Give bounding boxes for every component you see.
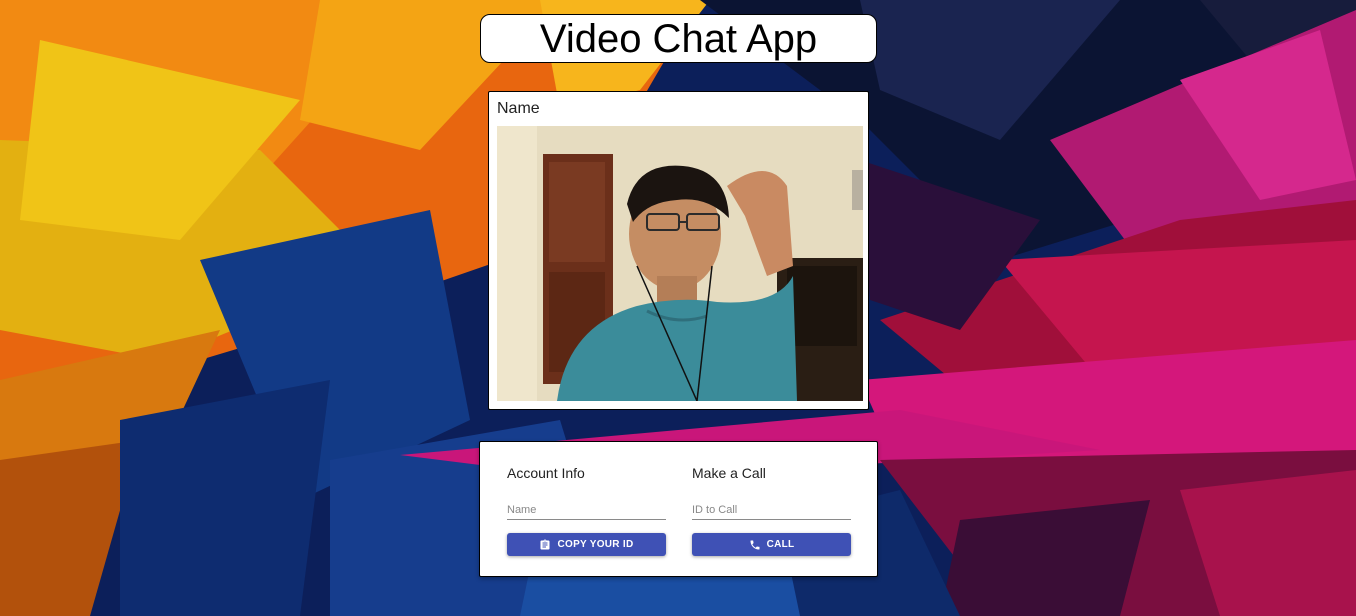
- clipboard-icon: [539, 539, 551, 551]
- call-label: CALL: [766, 539, 795, 550]
- id-to-call-input[interactable]: [692, 500, 851, 520]
- webcam-video-frame: [497, 126, 863, 401]
- app-title-box: Video Chat App: [480, 14, 877, 63]
- app-title: Video Chat App: [539, 16, 818, 61]
- make-call-heading: Make a Call: [692, 465, 766, 481]
- name-input[interactable]: [507, 500, 666, 520]
- account-info-heading: Account Info: [507, 465, 585, 481]
- copy-id-button[interactable]: COPY YOUR ID: [507, 533, 666, 556]
- call-button[interactable]: CALL: [692, 533, 851, 556]
- video-card: Name: [488, 91, 869, 410]
- video-name-label: Name: [497, 100, 540, 117]
- copy-id-label: COPY YOUR ID: [557, 539, 634, 550]
- webcam-video: [497, 126, 863, 401]
- phone-icon: [749, 539, 761, 551]
- options-panel: Account Info COPY YOUR ID Make a Call CA…: [479, 441, 878, 577]
